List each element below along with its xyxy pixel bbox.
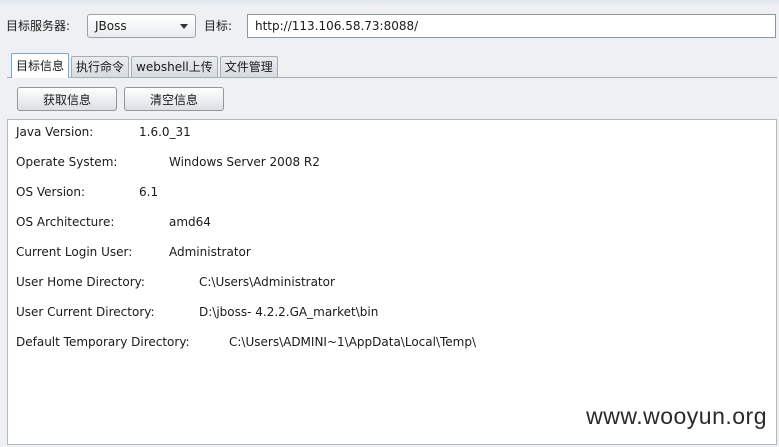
server-label: 目标服务器:	[6, 19, 71, 33]
info-value: C:\Users\Administrator	[199, 275, 335, 289]
tab-target-info[interactable]: 目标信息	[11, 53, 70, 78]
info-key: User Current Directory:	[16, 305, 155, 319]
info-key: User Home Directory:	[16, 275, 145, 289]
tab-webshell-upload[interactable]: webshell上传	[131, 56, 218, 78]
info-value: Windows Server 2008 R2	[169, 155, 320, 169]
server-select[interactable]: JBoss	[87, 14, 196, 38]
chevron-down-icon[interactable]	[180, 24, 188, 29]
watermark: www.wooyun.org	[586, 403, 767, 429]
info-key: Java Version:	[16, 125, 94, 139]
info-value: C:\Users\ADMINI~1\AppData\Local\Temp\	[229, 335, 477, 349]
get-info-button[interactable]: 获取信息	[17, 87, 117, 111]
info-key: OS Architecture:	[16, 215, 115, 229]
info-key: OS Version:	[16, 185, 86, 199]
server-select-value: JBoss	[95, 19, 127, 33]
info-output-area[interactable]: Java Version: 1.6.0_31 Operate System: W…	[7, 119, 777, 445]
tab-bar: 目标信息 执行命令 webshell上传 文件管理	[11, 53, 280, 78]
info-key: Operate System:	[16, 155, 118, 169]
tab-file-manager[interactable]: 文件管理	[219, 56, 278, 78]
target-url-input[interactable]	[247, 14, 776, 38]
info-key: Default Temporary Directory:	[16, 335, 190, 349]
info-key: Current Login User:	[16, 245, 133, 259]
target-label: 目标:	[204, 19, 233, 33]
info-value: Administrator	[169, 245, 251, 259]
tab-execute-command[interactable]: 执行命令	[71, 56, 130, 78]
info-value: amd64	[169, 215, 211, 229]
tab-panel-border	[7, 77, 777, 78]
title-strip	[0, 0, 779, 6]
info-value: 6.1	[139, 185, 159, 199]
info-value: D:\jboss- 4.2.2.GA_market\bin	[199, 305, 379, 319]
info-value: 1.6.0_31	[139, 125, 191, 139]
clear-info-button[interactable]: 清空信息	[124, 87, 224, 111]
app-window: 目标服务器: JBoss 目标: 目标信息 执行命令 webshell上传 文件…	[0, 0, 779, 447]
